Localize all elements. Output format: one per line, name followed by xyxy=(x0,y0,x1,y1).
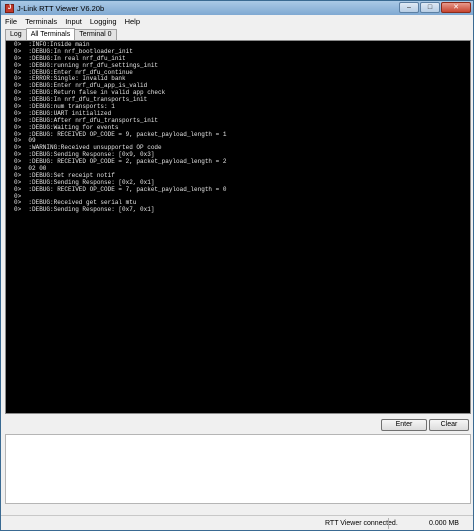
close-icon[interactable]: ✕ xyxy=(441,2,471,13)
input-field[interactable] xyxy=(5,434,471,504)
tab-all-terminals[interactable]: All Terminals xyxy=(25,28,76,40)
status-divider xyxy=(388,518,389,529)
terminal-line: 0> :DEBUG:Sending Response: [0x7, 0x1] xyxy=(14,206,155,214)
app-window: J J-Link RTT Viewer V6.20b – □ ✕ File Te… xyxy=(0,0,474,531)
data-size: 0.000 MB xyxy=(429,520,459,527)
clear-button[interactable]: Clear xyxy=(429,419,469,431)
menu-file[interactable]: File xyxy=(1,17,21,26)
menu-help[interactable]: Help xyxy=(121,17,144,26)
menu-logging[interactable]: Logging xyxy=(86,17,121,26)
terminal-lines: 0> :INFO:Inside main 0> :DEBUG:In nrf_boo… xyxy=(14,41,227,214)
menu-terminals[interactable]: Terminals xyxy=(21,17,61,26)
menu-input[interactable]: Input xyxy=(61,17,86,26)
terminal-line: 0> :DEBUG: RECEIVED OP_CODE = 7, packet_… xyxy=(14,185,227,193)
window-title: J-Link RTT Viewer V6.20b xyxy=(17,3,105,13)
tab-log[interactable]: Log xyxy=(5,29,27,40)
minimize-icon[interactable]: – xyxy=(399,2,419,13)
status-bar: RTT Viewer connected. 0.000 MB xyxy=(1,515,473,530)
enter-button[interactable]: Enter xyxy=(381,419,427,431)
jlink-app-icon: J xyxy=(5,3,14,13)
tab-terminal-0[interactable]: Terminal 0 xyxy=(74,29,117,40)
title-bar[interactable]: J J-Link RTT Viewer V6.20b – □ ✕ xyxy=(1,1,473,15)
connection-status: RTT Viewer connected. xyxy=(325,520,398,527)
window-controls: – □ ✕ xyxy=(399,2,471,13)
maximize-icon[interactable]: □ xyxy=(420,2,440,13)
menu-bar: File Terminals Input Logging Help xyxy=(1,15,473,27)
terminal-output[interactable]: 0> :INFO:Inside main 0> :DEBUG:In nrf_boo… xyxy=(5,40,471,414)
terminal-line: 0> :DEBUG: RECEIVED OP_CODE = 9, packet_… xyxy=(14,130,227,138)
terminal-tabs: Log All Terminals Terminal 0 xyxy=(5,28,117,40)
